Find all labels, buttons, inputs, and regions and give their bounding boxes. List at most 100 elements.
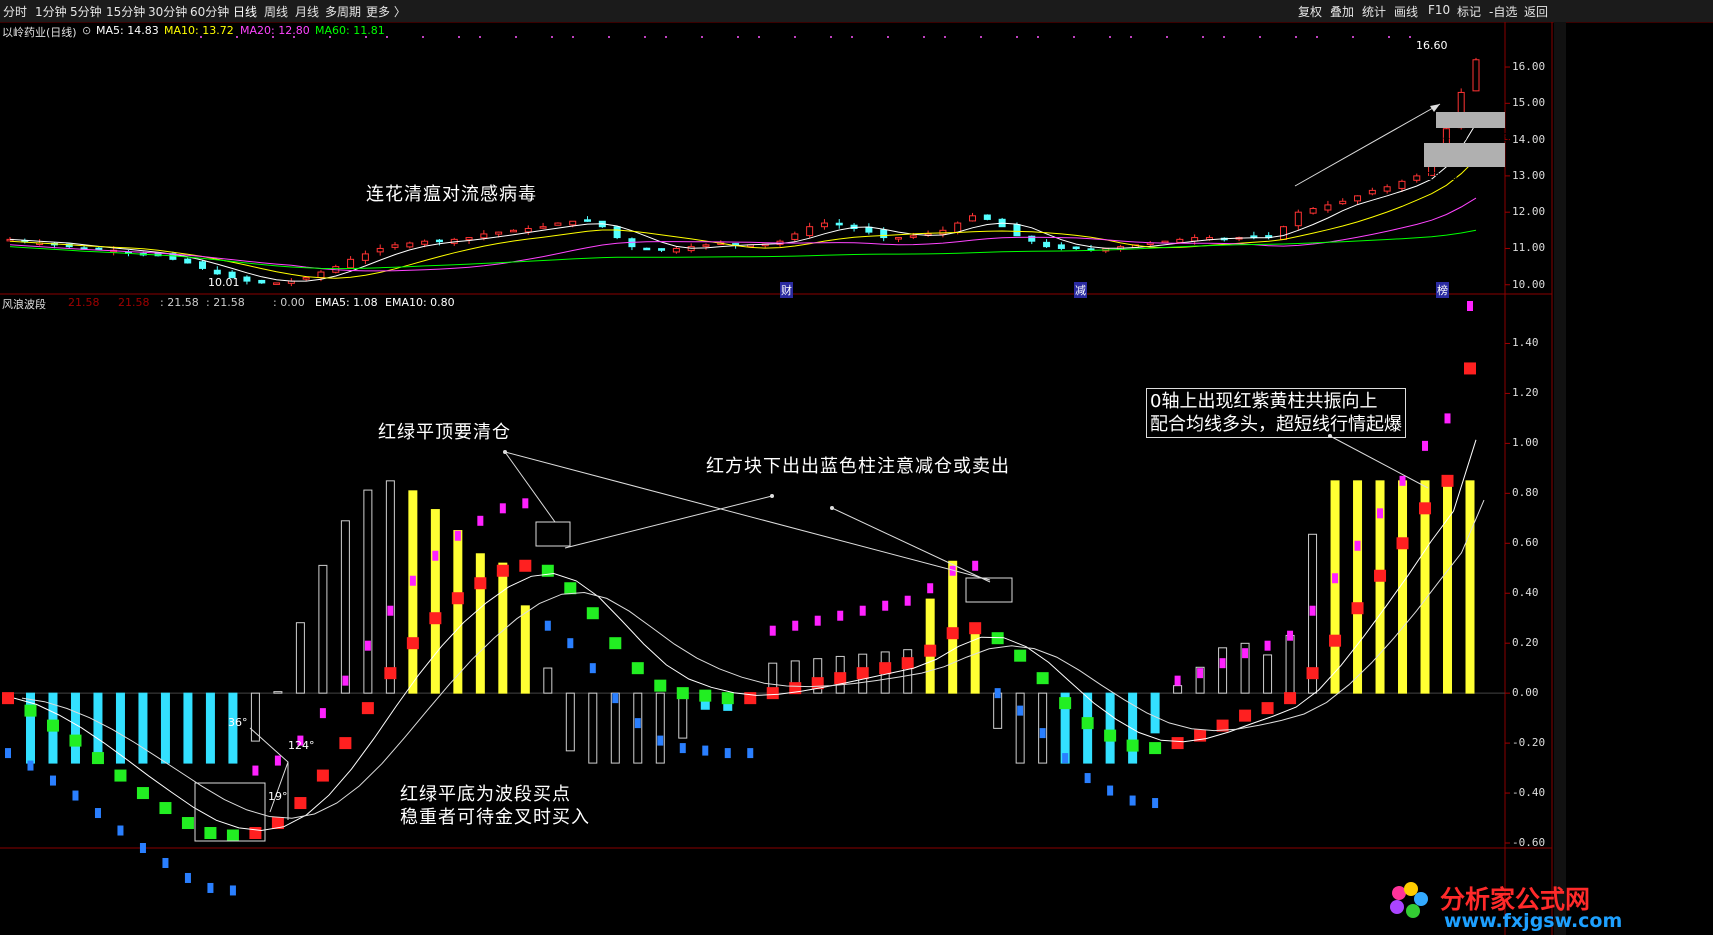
signal-block xyxy=(319,708,326,719)
wave-block xyxy=(721,692,734,705)
histogram-bar xyxy=(363,489,373,694)
top-event-dot xyxy=(1388,36,1390,38)
top-event-dot xyxy=(1073,36,1075,38)
candle-body xyxy=(1294,211,1302,227)
candle-body xyxy=(1057,244,1065,249)
wave-block xyxy=(294,797,307,810)
histogram-bar xyxy=(1330,480,1340,694)
indicator-tick-label: 0.20 xyxy=(1512,636,1539,650)
wave-block xyxy=(339,737,352,750)
wave-block xyxy=(879,662,892,675)
histogram-bar xyxy=(1105,692,1115,764)
top-event-dot xyxy=(515,36,517,38)
candle-body xyxy=(1279,226,1287,240)
settings-toggle-icon[interactable]: ⊙ xyxy=(82,24,91,37)
signal-block xyxy=(1017,705,1024,716)
wave-block xyxy=(1104,729,1117,742)
ema5-value: EMA5: 1.08 xyxy=(315,296,378,309)
top-event-dot xyxy=(665,36,667,38)
signal-block xyxy=(94,808,101,819)
candle-body xyxy=(865,226,873,233)
histogram-bar xyxy=(655,692,665,764)
indicator-tick-label: -0.60 xyxy=(1512,836,1546,849)
top-event-dot xyxy=(851,36,853,38)
indicator-tick-label: 0.80 xyxy=(1512,486,1539,500)
wave-block xyxy=(1171,737,1184,750)
candle-body xyxy=(554,222,562,226)
event-mark-list[interactable]: 榜 xyxy=(1436,282,1449,298)
indicator-tick-label: 0.00 xyxy=(1512,686,1539,700)
top-event-dot xyxy=(887,36,889,38)
wave-block xyxy=(766,687,779,700)
annotation-red-block: 红方块下出出蓝色柱注意减仓或卖出 xyxy=(706,456,1010,477)
signal-block xyxy=(724,748,731,759)
top-event-dot xyxy=(794,36,796,38)
wave-block xyxy=(24,704,37,717)
event-mark-reduce[interactable]: 减 xyxy=(1074,282,1087,298)
candle-body xyxy=(1324,204,1332,211)
candle-body xyxy=(1161,240,1169,244)
signal-block xyxy=(747,748,754,759)
stock-name-label: 以岭药业(日线) xyxy=(2,26,77,39)
candle-body xyxy=(480,233,488,239)
candle-body xyxy=(465,237,473,241)
ma5-line xyxy=(9,123,1477,282)
histogram-bar xyxy=(318,564,328,694)
signal-block xyxy=(207,882,214,893)
wave-block xyxy=(699,689,712,702)
histogram-bar xyxy=(475,553,485,694)
zone-upper-label: 14.19 - 14.63 xyxy=(1436,131,1510,144)
indicator-tick-label: 1.40 xyxy=(1512,336,1539,350)
price-zone-upper xyxy=(1436,112,1505,128)
wave-block xyxy=(496,564,509,577)
indicator-tick-label: 0.60 xyxy=(1512,536,1539,550)
wave-block xyxy=(946,627,959,640)
indicator-tick-label: 0.40 xyxy=(1512,586,1539,600)
signal-block xyxy=(274,755,281,766)
histogram-bar xyxy=(970,633,980,694)
top-event-dot xyxy=(1202,36,1204,38)
ma10-value: MA10: 13.72 xyxy=(164,24,234,37)
candle-body xyxy=(1339,200,1347,205)
signal-block xyxy=(1062,753,1069,764)
signal-block xyxy=(49,775,56,786)
signal-block xyxy=(364,640,371,651)
wave-block xyxy=(136,787,149,800)
indicator-value-4: : 21.58 xyxy=(206,296,245,309)
top-event-dot xyxy=(1037,36,1039,38)
price-tick-label: 10.00 xyxy=(1512,277,1546,291)
histogram-bar xyxy=(588,692,598,764)
price-tick-label: 16.00 xyxy=(1512,60,1546,74)
top-event-dot xyxy=(479,36,481,38)
top-event-dot xyxy=(1352,36,1354,38)
indicator-tick-label: 1.00 xyxy=(1512,436,1539,450)
candle-body xyxy=(894,237,902,240)
wave-block xyxy=(316,769,329,782)
wave-block xyxy=(609,637,622,650)
logo-petal-icon xyxy=(1406,904,1420,918)
signal-block xyxy=(814,615,821,626)
candle-body xyxy=(702,244,710,247)
histogram-bar xyxy=(993,692,1003,729)
wave-block xyxy=(1419,502,1432,515)
signal-block xyxy=(837,610,844,621)
candle-body xyxy=(1413,175,1421,181)
wave-block xyxy=(856,667,869,680)
wave-block xyxy=(1441,474,1454,487)
histogram-bar xyxy=(1015,692,1025,764)
indicator-tick-label: -0.20 xyxy=(1512,736,1546,750)
top-event-dot xyxy=(551,36,553,38)
histogram-bar xyxy=(453,530,463,694)
wave-block xyxy=(1464,362,1476,375)
signal-block xyxy=(972,560,979,571)
ema-line-1 xyxy=(21,499,1485,819)
candle-body xyxy=(1309,208,1317,214)
candle-body xyxy=(1043,241,1051,248)
event-mark-finance[interactable]: 财 xyxy=(780,282,793,298)
top-event-dot xyxy=(422,36,424,38)
signal-block xyxy=(409,575,416,586)
histogram-bar xyxy=(610,692,620,764)
signal-block xyxy=(792,620,799,631)
ema10-value: EMA10: 0.80 xyxy=(385,296,455,309)
candle-body xyxy=(213,269,221,275)
